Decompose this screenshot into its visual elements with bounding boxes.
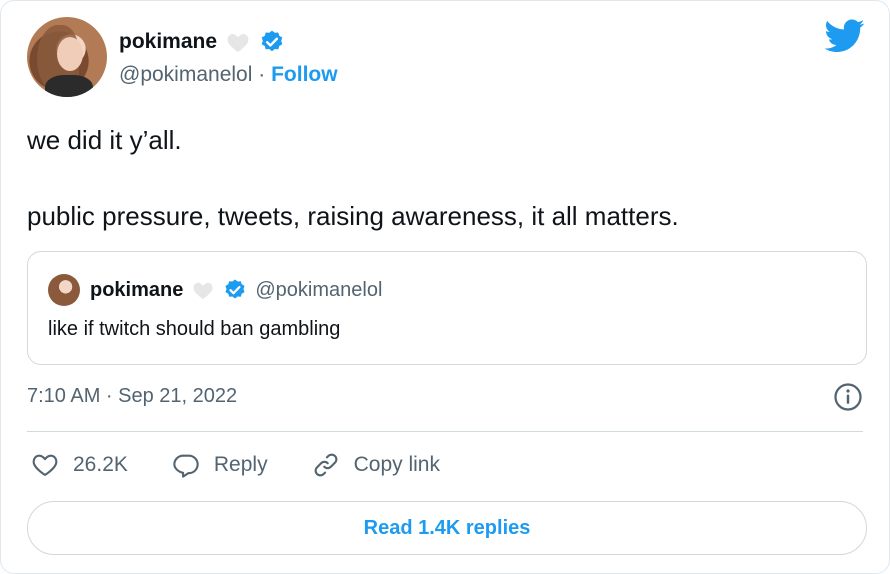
info-icon[interactable] bbox=[833, 382, 863, 412]
author-handle[interactable]: @pokimanelol bbox=[119, 63, 252, 86]
tweet-timestamp[interactable]: 7:10 AM · Sep 21, 2022 bbox=[27, 385, 237, 408]
tweet-embed-card: pokimane @pokimanelol · Follow we did it… bbox=[0, 0, 890, 574]
like-count: 26.2K bbox=[73, 453, 128, 476]
quoted-author-handle: @pokimanelol bbox=[255, 278, 383, 301]
heart-icon bbox=[32, 454, 58, 476]
author-name[interactable]: pokimane bbox=[119, 30, 217, 54]
quoted-tweet-header: pokimane @pokimanelol bbox=[90, 278, 382, 302]
author-name-row: pokimane bbox=[119, 29, 285, 55]
reply-icon bbox=[173, 454, 199, 478]
verified-icon bbox=[225, 279, 245, 299]
quoted-author-avatar bbox=[48, 274, 80, 306]
like-button[interactable]: 26.2K bbox=[31, 451, 128, 479]
divider bbox=[27, 431, 863, 432]
author-avatar[interactable] bbox=[27, 17, 107, 97]
quoted-tweet-text: like if twitch should ban gambling bbox=[48, 318, 341, 340]
reply-label: Reply bbox=[213, 453, 268, 476]
heart-badge-icon bbox=[193, 282, 213, 300]
author-handle-row: @pokimanelol · Follow bbox=[119, 63, 338, 87]
quoted-tweet[interactable]: pokimane @pokimanelol like if twitch sho… bbox=[27, 251, 867, 365]
follow-button[interactable]: Follow bbox=[271, 63, 338, 86]
tweet-actions: 26.2K Reply Copy link bbox=[31, 451, 484, 479]
copy-link-label: Copy link bbox=[353, 453, 440, 476]
reply-button[interactable]: Reply bbox=[172, 451, 268, 479]
separator: · bbox=[258, 63, 266, 86]
read-replies-label: Read 1.4K replies bbox=[363, 516, 531, 539]
tweet-text: we did it y’all. public pressure, tweets… bbox=[27, 125, 679, 231]
twitter-bird-icon[interactable] bbox=[825, 19, 865, 53]
copy-link-button[interactable]: Copy link bbox=[312, 451, 440, 479]
quoted-author-name: pokimane bbox=[90, 278, 184, 301]
heart-badge-icon bbox=[227, 34, 249, 52]
link-icon bbox=[314, 453, 337, 477]
verified-icon bbox=[261, 30, 283, 52]
read-replies-button[interactable]: Read 1.4K replies bbox=[27, 501, 867, 555]
